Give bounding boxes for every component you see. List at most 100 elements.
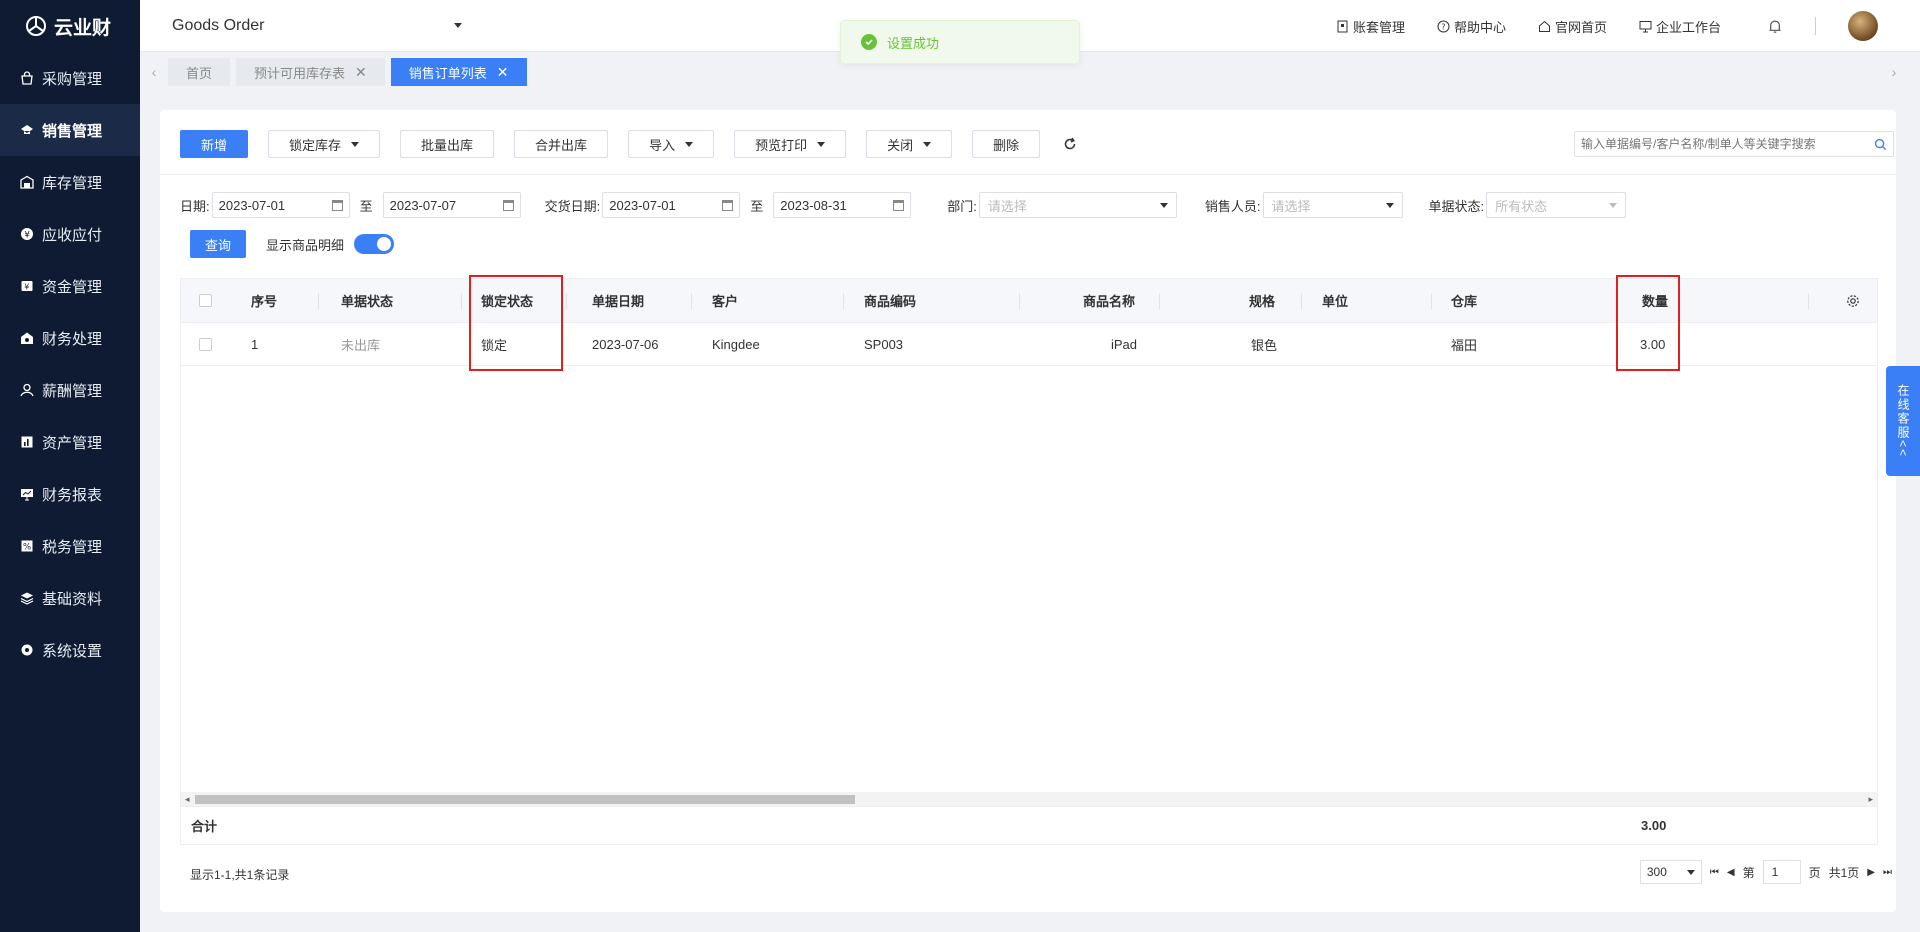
cell-product-code: SP003: [864, 336, 904, 352]
bag-icon: [20, 71, 34, 85]
query-row: 查询 显示商品明细: [190, 230, 395, 258]
website-home-link[interactable]: 官网首页: [1538, 17, 1607, 36]
first-page-icon[interactable]: ⏮: [1710, 867, 1719, 878]
online-service-tab[interactable]: 在线客服<<: [1886, 366, 1920, 476]
date-label: 日期:: [180, 198, 210, 214]
sidebar-item-4[interactable]: ¥ 应收应付: [0, 208, 140, 260]
home-icon: [1538, 20, 1550, 32]
page-number-input[interactable]: 1: [1762, 860, 1801, 884]
workbench-link[interactable]: 企业工作台: [1639, 17, 1721, 36]
svg-text:?: ?: [1441, 22, 1445, 31]
prev-page-icon[interactable]: ◀: [1727, 867, 1735, 878]
date-from-input[interactable]: 2023-07-01: [211, 192, 350, 218]
close-icon[interactable]: ✕: [355, 64, 367, 81]
preview-print-button[interactable]: 预览打印: [734, 130, 847, 158]
cell-customer: Kingdee: [712, 336, 760, 352]
tabs-scroll-right-icon[interactable]: ›: [1880, 64, 1908, 80]
row-checkbox[interactable]: [199, 323, 212, 365]
query-button[interactable]: 查询: [190, 230, 246, 258]
column-settings-icon[interactable]: [1846, 279, 1860, 322]
col-product-name: 商品名称: [1083, 294, 1136, 309]
total-quantity: 3.00: [1641, 818, 1667, 833]
sales-icon: [20, 123, 34, 137]
chevron-down-icon: [685, 141, 694, 147]
delete-button[interactable]: 删除: [972, 130, 1041, 158]
account-set-link[interactable]: 账套管理: [1336, 17, 1405, 36]
toast-text: 设置成功: [887, 35, 940, 51]
help-center-link[interactable]: ? 帮助中心: [1437, 17, 1506, 36]
cell-spec: 银色: [1251, 337, 1278, 353]
lock-stock-button[interactable]: 锁定库存: [268, 130, 381, 158]
date-to-input[interactable]: 2023-07-07: [382, 192, 521, 218]
salesperson-select[interactable]: 请选择: [1262, 192, 1403, 218]
show-detail-toggle[interactable]: [354, 234, 395, 254]
tab-available-stock[interactable]: 预计可用库存表 ✕: [236, 58, 385, 86]
tabs-scroll-left-icon[interactable]: ‹: [140, 64, 168, 80]
new-button[interactable]: 新增: [180, 130, 249, 158]
book-icon: [1337, 20, 1348, 32]
import-button[interactable]: 导入: [628, 130, 715, 158]
sidebar-item-label: 财务报表: [42, 486, 103, 504]
sidebar-item-label: 薪酬管理: [42, 382, 103, 400]
sidebar: 云业财 采购管理 销售管理 库存管理 ¥ 应收应付 ¥ 资金管理 财务处理 薪酬管理 资产管理 财务…: [0, 0, 140, 932]
avatar[interactable]: [1848, 11, 1878, 41]
col-spec: 规格: [1249, 294, 1276, 309]
import-label: 导入: [649, 137, 676, 153]
sidebar-item-2[interactable]: 销售管理: [0, 104, 140, 156]
toolbar-divider: [160, 174, 1896, 175]
page-size-select[interactable]: 300: [1639, 860, 1702, 884]
last-page-icon[interactable]: ⏭: [1883, 867, 1892, 878]
svg-text:¥: ¥: [24, 231, 30, 241]
sidebar-item-1[interactable]: 采购管理: [0, 52, 140, 104]
sidebar-item-7[interactable]: 薪酬管理: [0, 364, 140, 416]
col-separator: [1019, 293, 1020, 309]
dept-label: 部门:: [947, 198, 977, 214]
sidebar-item-5[interactable]: ¥ 资金管理: [0, 260, 140, 312]
sidebar-item-9[interactable]: 财务报表: [0, 468, 140, 520]
org-select[interactable]: Goods Order: [172, 17, 462, 35]
delivery-from-input[interactable]: 2023-07-01: [602, 192, 741, 218]
close-icon[interactable]: ✕: [497, 64, 509, 81]
col-doc-date: 单据日期: [592, 294, 645, 309]
page-prefix: 第: [1742, 865, 1755, 880]
doc-status-select[interactable]: 所有状态: [1486, 192, 1627, 218]
batch-out-button[interactable]: 批量出库: [400, 130, 495, 158]
sidebar-item-12[interactable]: 系统设置: [0, 624, 140, 676]
select-all-checkbox[interactable]: [199, 279, 212, 322]
scroll-left-icon[interactable]: ◂: [185, 792, 190, 806]
total-pages: 共1页: [1828, 865, 1860, 880]
table-row[interactable]: 1 未出库 锁定 2023-07-06 Kingdee SP003 iPad 银…: [181, 323, 1877, 366]
sidebar-item-3[interactable]: 库存管理: [0, 156, 140, 208]
scroll-right-icon[interactable]: ▸: [1868, 792, 1873, 806]
sidebar-item-10[interactable]: % 税务管理: [0, 520, 140, 572]
help-icon: ?: [1437, 20, 1450, 32]
sidebar-item-11[interactable]: 基础资料: [0, 572, 140, 624]
tab-home[interactable]: 首页: [168, 58, 231, 86]
sidebar-item-6[interactable]: 财务处理: [0, 312, 140, 364]
calendar-icon: [331, 199, 343, 211]
tab-sales-order-list[interactable]: 销售订单列表 ✕: [390, 58, 527, 86]
page-suffix: 页: [1808, 865, 1821, 880]
search-icon[interactable]: [1874, 138, 1887, 151]
scrollbar-thumb[interactable]: [195, 795, 855, 804]
cell-warehouse: 福田: [1451, 337, 1478, 353]
horizontal-scrollbar[interactable]: ◂ ▸: [181, 792, 1877, 806]
salary-icon: [20, 383, 34, 397]
close-order-button[interactable]: 关闭: [866, 130, 953, 158]
sidebar-item-8[interactable]: 资产管理: [0, 416, 140, 468]
dept-select[interactable]: 请选择: [978, 192, 1177, 218]
refresh-icon[interactable]: [1060, 134, 1080, 154]
cell-product-name: iPad: [1111, 336, 1138, 352]
header-divider: [1815, 17, 1816, 35]
show-detail-toggle-group: 显示商品明细: [266, 234, 395, 254]
account-set-label: 账套管理: [1352, 19, 1405, 35]
page-size-value: 300: [1646, 865, 1667, 879]
next-page-icon[interactable]: ▶: [1867, 867, 1875, 878]
merge-out-button[interactable]: 合并出库: [514, 130, 609, 158]
search-input[interactable]: [1581, 137, 1874, 151]
notification-button[interactable]: [1767, 18, 1783, 34]
delivery-to-input[interactable]: 2023-08-31: [773, 192, 912, 218]
doc-status-value: 所有状态: [1495, 198, 1548, 214]
col-separator: [1808, 293, 1809, 309]
delivery-to-value: 2023-08-31: [780, 197, 847, 213]
